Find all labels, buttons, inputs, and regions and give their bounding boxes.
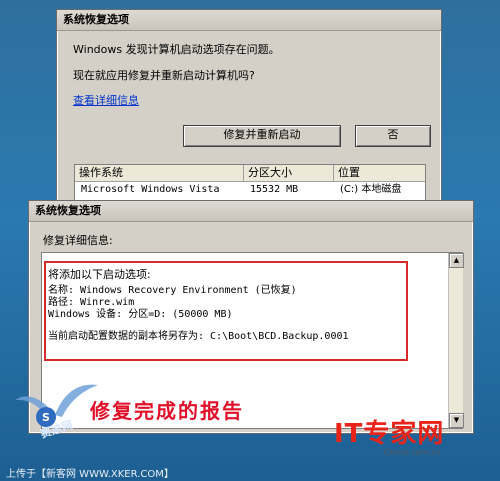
brand-watermark: IT专家网 Ctocio.com.cn	[334, 420, 444, 457]
system-recovery-dialog: 系统恢复选项 Windows 发现计算机启动选项存在问题。 现在就应用修复并重新…	[56, 9, 442, 206]
apply-repair-question: 现在就应用修复并重新启动计算机吗?	[73, 69, 255, 82]
footer-uploader: 上传于【新客网 WWW.XKER.COM】	[6, 469, 174, 480]
repair-details-heading: 修复详细信息:	[43, 234, 113, 247]
table-cell-size[interactable]: 15532 MB	[246, 183, 298, 197]
dialog-title: 系统恢复选项	[57, 10, 441, 31]
scroll-up-icon[interactable]: ▲	[449, 253, 464, 268]
site-logo-watermark: S 赛迪网	[10, 375, 100, 445]
annotation-label: 修复完成的报告	[90, 399, 244, 423]
brand-name: IT专家网	[334, 419, 445, 449]
highlight-box	[44, 261, 408, 361]
view-details-link[interactable]: 查看详细信息	[73, 92, 139, 108]
column-header-size[interactable]: 分区大小	[244, 165, 334, 182]
vertical-scrollbar[interactable]: ▲ ▼	[448, 253, 464, 428]
scroll-down-icon[interactable]: ▼	[449, 413, 464, 428]
column-header-location[interactable]: 位置	[334, 165, 425, 182]
no-button[interactable]: 否	[355, 125, 431, 147]
repair-and-restart-button[interactable]: 修复并重新启动	[183, 125, 341, 147]
problem-message: Windows 发现计算机启动选项存在问题。	[73, 43, 280, 56]
table-cell-os[interactable]: Microsoft Windows Vista	[77, 183, 219, 197]
brand-site: Ctocio.com.cn	[383, 448, 441, 457]
column-header-os[interactable]: 操作系统	[75, 165, 244, 182]
dialog-title: 系统恢复选项	[29, 201, 473, 222]
table-cell-location[interactable]: (C:) 本地磁盘	[336, 183, 401, 197]
